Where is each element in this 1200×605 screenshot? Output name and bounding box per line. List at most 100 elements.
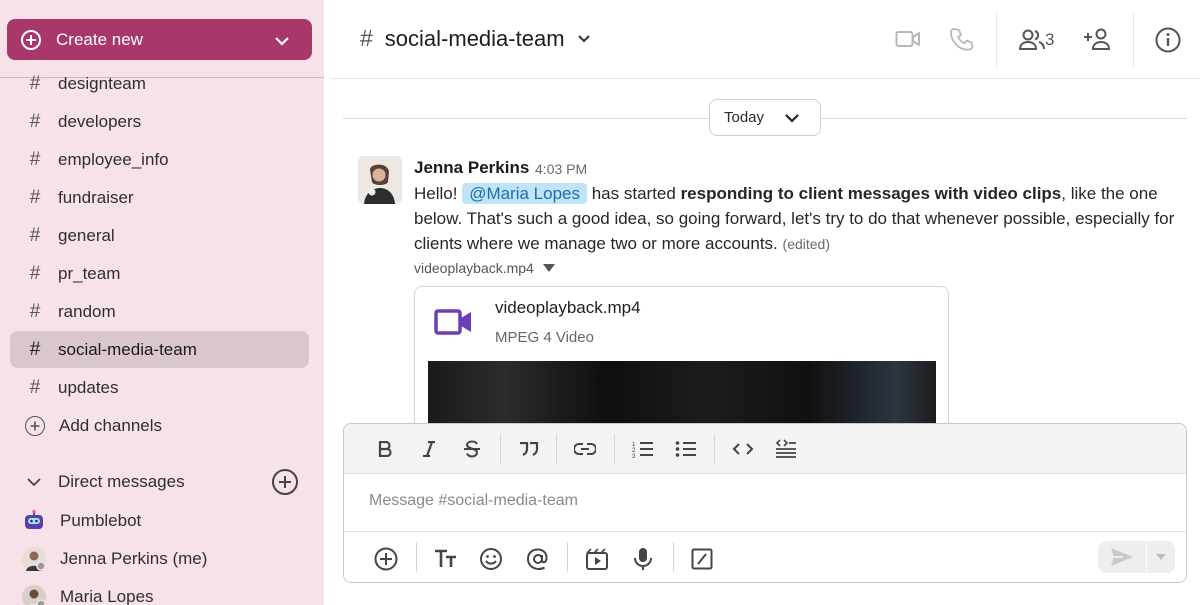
message-timestamp: 4:03 PM (535, 161, 588, 177)
hash-icon: # (29, 376, 41, 398)
add-channels-button[interactable]: Add channels (10, 407, 309, 444)
sidebar-item-random[interactable]: # random (10, 293, 309, 330)
bullet-list-icon[interactable] (673, 437, 699, 461)
caret-down-icon (542, 264, 555, 272)
send-button[interactable] (1098, 541, 1146, 573)
channel-title: social-media-team (384, 25, 565, 51)
sidebar-item-pr-team[interactable]: # pr_team (10, 255, 309, 292)
chevron-down-icon (274, 32, 290, 52)
chevron-down-icon (26, 477, 42, 487)
header-divider (1133, 12, 1134, 68)
message-input[interactable] (369, 492, 1149, 510)
send-options-button[interactable] (1147, 541, 1175, 573)
direct-messages-label: Direct messages (58, 472, 185, 491)
hash-icon: # (29, 186, 41, 208)
slash-command-icon[interactable] (689, 546, 715, 572)
date-divider-button[interactable]: Today (709, 99, 821, 136)
message-text-bold: responding to client messages with video… (680, 184, 1062, 203)
caret-down-icon (1156, 554, 1166, 560)
mention-icon[interactable] (525, 546, 551, 572)
toolbar-divider (500, 434, 501, 464)
chevron-down-icon (785, 114, 799, 123)
members-icon[interactable] (1018, 28, 1046, 57)
sidebar-item-employee-info[interactable]: # employee_info (10, 141, 309, 178)
video-attachment-card[interactable]: videoplayback.mp4 MPEG 4 Video (414, 286, 949, 436)
hash-icon: # (29, 300, 41, 322)
video-call-icon[interactable] (895, 28, 921, 55)
user-mention[interactable]: @Maria Lopes (462, 183, 587, 204)
header-divider (996, 12, 997, 68)
add-member-icon[interactable] (1083, 27, 1113, 56)
date-divider-label: Today (724, 109, 765, 126)
dm-item-maria-lopes[interactable]: Maria Lopes (10, 578, 309, 605)
attachment-toggle[interactable]: videoplayback.mp4 (414, 260, 556, 276)
channel-label: social-media-team (58, 339, 197, 359)
hash-icon: # (29, 72, 41, 94)
dm-label: Jenna Perkins (me) (60, 548, 208, 568)
channel-label: designteam (58, 73, 146, 93)
dm-item-pumblebot[interactable]: Pumblebot (10, 502, 309, 539)
sidebar-item-designteam[interactable]: # designteam (10, 65, 309, 102)
message-author[interactable]: Jenna Perkins (414, 158, 529, 178)
attachment-file-type: MPEG 4 Video (495, 329, 594, 346)
channel-label: general (58, 225, 115, 245)
message-text: Hello! @Maria Lopes has started respondi… (414, 181, 1184, 257)
ordered-list-icon[interactable]: 123 (630, 437, 656, 461)
plus-circle-icon (21, 29, 41, 50)
sidebar-item-social-media-team[interactable]: # social-media-team (10, 331, 309, 368)
add-channels-label: Add channels (59, 415, 163, 435)
direct-messages-toggle[interactable]: Direct messages (10, 464, 310, 500)
hash-icon: # (29, 148, 41, 170)
attachment-file-name: videoplayback.mp4 (495, 298, 641, 317)
channel-label: employee_info (58, 149, 169, 169)
video-file-icon (434, 308, 474, 341)
emoji-icon[interactable] (478, 546, 504, 572)
sidebar-item-developers[interactable]: # developers (10, 103, 309, 140)
toolbar-divider (416, 542, 417, 572)
quote-icon[interactable] (516, 437, 542, 461)
create-new-button[interactable]: Create new (7, 19, 312, 60)
plus-icon (279, 476, 291, 488)
toolbar-divider (614, 434, 615, 464)
sidebar-item-general[interactable]: # general (10, 217, 309, 254)
link-icon[interactable] (572, 437, 598, 461)
bold-icon[interactable] (372, 437, 398, 461)
dm-item-jenna-perkins[interactable]: Jenna Perkins (me) (10, 540, 309, 577)
add-direct-message-button[interactable] (272, 469, 298, 495)
message-text-part: has started (587, 184, 681, 203)
dm-label: Pumblebot (60, 510, 142, 530)
code-icon[interactable] (730, 437, 756, 461)
hash-icon: # (29, 224, 41, 246)
add-circle-icon (25, 415, 45, 436)
avatar (22, 584, 46, 605)
message-avatar[interactable] (358, 156, 402, 204)
member-count[interactable]: 3 (1045, 30, 1054, 50)
hash-icon: # (29, 262, 41, 284)
composer-actions (344, 531, 1186, 582)
channel-label: fundraiser (58, 187, 134, 207)
channel-label: developers (58, 111, 142, 131)
hash-icon: # (360, 25, 373, 51)
strikethrough-icon[interactable] (459, 437, 485, 461)
video-clip-icon[interactable] (584, 546, 610, 572)
text-format-icon[interactable] (433, 546, 459, 572)
create-new-label: Create new (56, 29, 143, 49)
microphone-icon[interactable] (630, 546, 656, 572)
toolbar-divider (567, 542, 568, 572)
attach-icon[interactable] (373, 546, 399, 572)
channel-label: random (58, 301, 116, 321)
sidebar-item-updates[interactable]: # updates (10, 369, 309, 406)
channel-title-button[interactable]: # social-media-team (360, 25, 591, 52)
phone-icon[interactable] (949, 27, 975, 58)
message-composer: 123 (343, 423, 1187, 583)
info-icon[interactable] (1155, 27, 1181, 58)
italic-icon[interactable] (416, 437, 442, 461)
attachment-label: videoplayback.mp4 (414, 260, 534, 276)
sidebar-item-fundraiser[interactable]: # fundraiser (10, 179, 309, 216)
message-text-part: Hello! (414, 184, 463, 203)
code-block-icon[interactable] (773, 437, 799, 461)
toolbar-divider (556, 434, 557, 464)
chevron-down-icon (577, 34, 591, 44)
formatting-toolbar: 123 (344, 424, 1186, 474)
toolbar-divider (714, 434, 715, 464)
